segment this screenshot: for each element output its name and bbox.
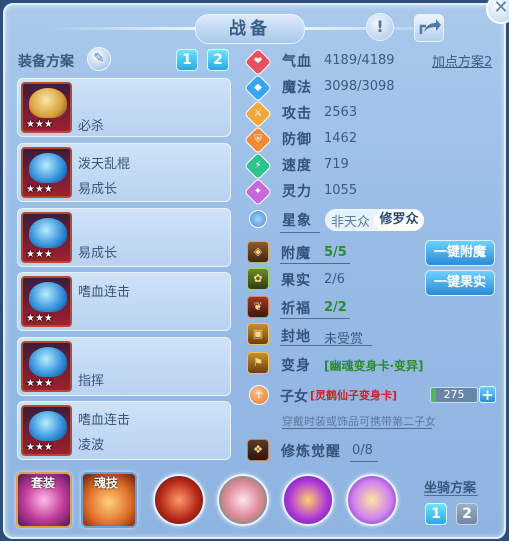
star-sign-label[interactable]: 星象	[282, 210, 312, 230]
fief-label: 封地	[281, 329, 311, 345]
star-sign-toggle[interactable]: 非天众 修罗众	[325, 209, 424, 231]
enchant-icon: ◈	[247, 241, 269, 263]
stat-hp-value: 4189/4189	[324, 53, 395, 68]
pet-card[interactable]: ★★★ 嗜血连击 凌波	[17, 401, 231, 460]
fruit-label: 果实	[281, 273, 311, 289]
stat-mp-label: 魔法	[282, 80, 312, 96]
cultivation-icon: ❖	[247, 439, 269, 461]
gem-slot[interactable]	[346, 474, 398, 526]
edit-scheme-button[interactable]: ✎	[87, 47, 111, 71]
stat-speed-label: 速度	[282, 158, 312, 174]
one-click-enchant-button[interactable]: 一键附魔	[425, 240, 495, 266]
scheme-tab-1[interactable]: 1	[176, 49, 198, 71]
stat-attack-label: 攻击	[282, 106, 312, 122]
one-click-fruit-button[interactable]: 一键果实	[425, 270, 495, 296]
fruit-value: 2/6	[324, 272, 345, 287]
equip-scheme-label: 装备方案	[18, 54, 74, 70]
blessing-label: 祈福	[281, 301, 311, 317]
share-button[interactable]	[414, 14, 444, 42]
close-icon: ✕	[493, 0, 509, 18]
gem-slot[interactable]	[217, 474, 269, 526]
star-rating: ★★★	[26, 184, 53, 195]
star-rating: ★★★	[26, 442, 53, 453]
stat-mp-value: 3098/3098	[324, 79, 395, 94]
child-transform-card[interactable]: [灵鹤仙子变身卡]	[310, 387, 397, 403]
star-sign-option-selected[interactable]: 修罗众	[374, 210, 424, 230]
stat-defense-label: 防御	[282, 132, 312, 148]
soul-skill-tag: 魂技	[94, 476, 119, 490]
fruit-icon: ✿	[247, 268, 269, 290]
pet-card[interactable]: ★★★ 易成长	[17, 208, 231, 267]
skill-label: 嗜血连击	[78, 285, 131, 300]
star-sign-option[interactable]: 非天众	[331, 211, 370, 230]
skill-label: 嗜血连击	[78, 413, 131, 428]
child-hint: 穿戴时装或饰品可携带第二子女	[282, 415, 436, 428]
child-label: 子女	[280, 389, 308, 405]
skill-label: 易成长	[78, 246, 118, 261]
cultivation-value: 0/8	[352, 443, 373, 458]
star-rating: ★★★	[26, 313, 53, 324]
pet-portrait: ★★★	[21, 147, 72, 198]
star-sign-icon	[249, 210, 267, 228]
pencil-icon: ✎	[93, 51, 105, 66]
panel-title: 战备	[195, 14, 305, 44]
share-icon	[419, 19, 441, 34]
add-point-plan-link[interactable]: 加点方案2	[432, 51, 492, 70]
pet-portrait: ★★★	[21, 276, 72, 327]
row-underline	[350, 461, 378, 462]
suit-tag: 套装	[31, 476, 56, 490]
mount-tab-1[interactable]: 1	[425, 503, 447, 525]
blessing-icon: ❦	[247, 296, 269, 318]
pet-portrait: ★★★	[21, 405, 72, 456]
gem-slot[interactable]	[282, 474, 334, 526]
fief-icon: ▣	[247, 323, 269, 345]
mount-underline	[424, 495, 478, 496]
hint-underline	[282, 428, 432, 429]
enchant-value: 5/5	[324, 245, 347, 260]
stat-hp-label: 气血	[282, 54, 312, 70]
transform-label: 变身	[281, 358, 311, 374]
skill-label: 凌波	[78, 438, 105, 453]
cultivation-label: 修炼觉醒	[281, 444, 341, 460]
star-sign-underline	[280, 232, 320, 233]
star-rating: ★★★	[26, 249, 53, 260]
stat-speed-value: 719	[324, 157, 349, 172]
pet-card[interactable]: ★★★ 指挥	[17, 337, 231, 396]
stat-spirit-label: 灵力	[282, 184, 312, 200]
skill-label: 必杀	[78, 119, 105, 134]
blessing-value: 2/2	[324, 300, 347, 315]
pet-portrait: ★★★	[21, 82, 72, 133]
gem-slot[interactable]	[153, 474, 205, 526]
pet-card[interactable]: ★★★ 嗜血连击	[17, 272, 231, 331]
row-underline	[280, 318, 350, 319]
transform-card[interactable]: [幽魂变身卡·变异]	[324, 357, 424, 374]
info-icon[interactable]: !	[366, 13, 394, 41]
skill-label: 指挥	[78, 374, 105, 389]
title-ornament-left	[45, 27, 195, 30]
scheme-tab-2[interactable]: 2	[207, 49, 229, 71]
child-icon: ☥	[249, 385, 269, 405]
pet-card[interactable]: ★★★ 泼天乱棍 易成长	[17, 143, 231, 202]
row-underline	[280, 263, 350, 264]
child-add-button[interactable]: +	[479, 386, 496, 403]
mount-scheme-label: 坐骑方案	[424, 481, 477, 496]
stat-attack-value: 2563	[324, 105, 358, 120]
star-rating: ★★★	[26, 378, 53, 389]
transform-icon: ⚑	[247, 352, 269, 374]
row-underline	[280, 345, 372, 346]
child-value: 275	[443, 388, 465, 401]
stat-defense-value: 1462	[324, 131, 358, 146]
star-rating: ★★★	[26, 119, 53, 130]
pet-portrait: ★★★	[21, 341, 72, 392]
stat-spirit-value: 1055	[324, 183, 358, 198]
skill-label: 易成长	[78, 182, 118, 197]
enchant-label: 附魔	[281, 246, 311, 262]
skill-label: 泼天乱棍	[78, 157, 131, 172]
pet-card[interactable]: ★★★ 必杀	[17, 78, 231, 137]
mount-tab-2[interactable]: 2	[456, 503, 478, 525]
child-value-bar: 275	[430, 387, 478, 403]
pet-portrait: ★★★	[21, 212, 72, 263]
